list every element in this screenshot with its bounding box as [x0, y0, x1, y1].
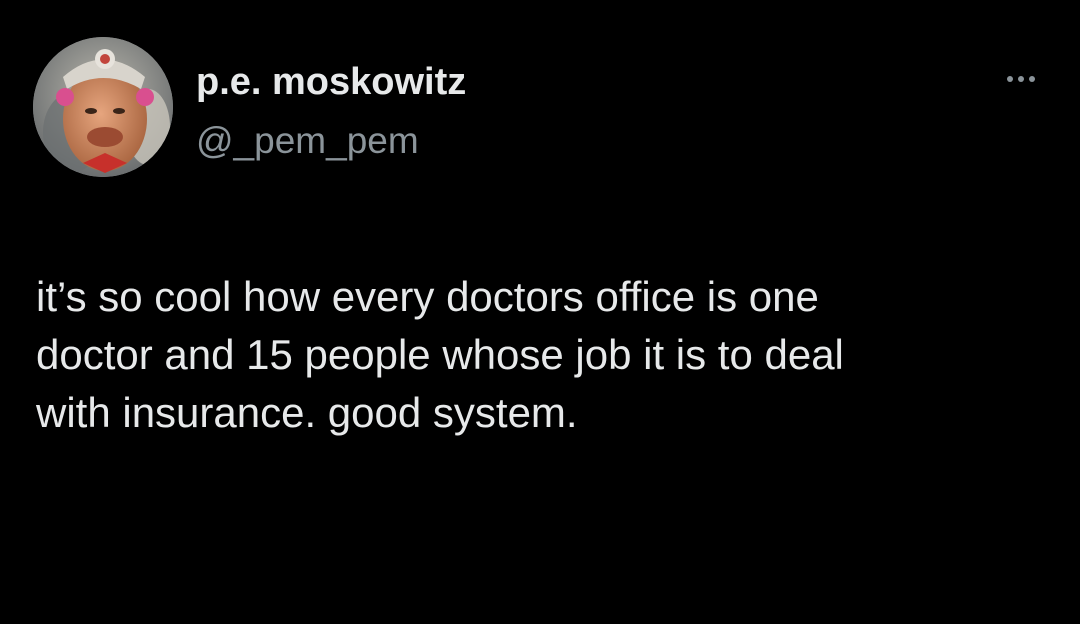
more-dot — [1018, 76, 1024, 82]
tweet-card: p.e. moskowitz @_pem_pem it’s so cool ho… — [0, 0, 1080, 624]
avatar[interactable] — [33, 37, 173, 177]
display-name[interactable]: p.e. moskowitz — [196, 58, 466, 106]
tweet-text-line: it’s so cool how every doctors office is… — [36, 273, 819, 320]
more-dot — [1029, 76, 1035, 82]
tweet-text: it’s so cool how every doctors office is… — [36, 268, 1056, 442]
tweet-text-line: with insurance. good system. — [36, 389, 578, 436]
tweet-text-line: doctor and 15 people whose job it is to … — [36, 331, 844, 378]
more-dot — [1007, 76, 1013, 82]
more-options-icon[interactable] — [996, 64, 1046, 94]
avatar-image — [33, 37, 173, 177]
user-handle[interactable]: @_pem_pem — [196, 118, 419, 164]
